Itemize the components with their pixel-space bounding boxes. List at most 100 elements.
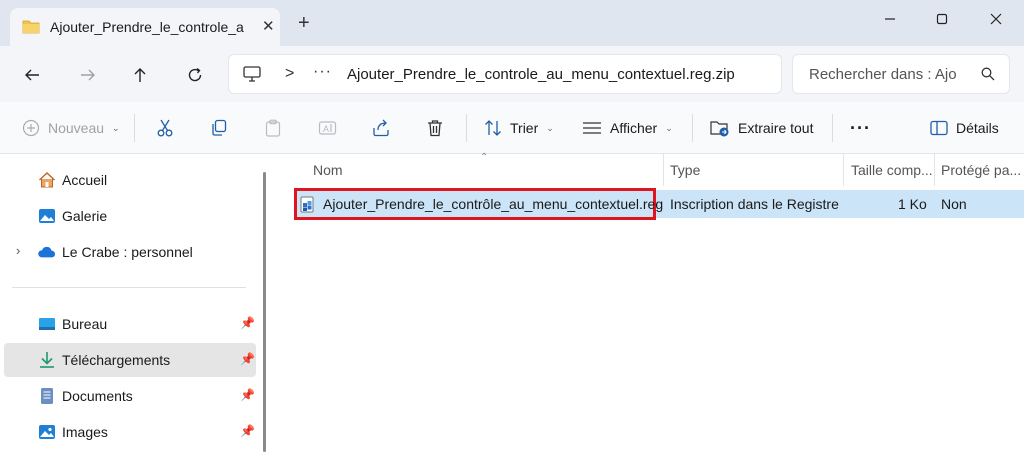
- address-bar[interactable]: > ··· Ajouter_Prendre_le_controle_au_men…: [228, 54, 782, 94]
- file-size: 1 Ko: [898, 196, 927, 212]
- rename-button[interactable]: A: [318, 116, 338, 140]
- cut-button[interactable]: [156, 116, 174, 140]
- toolbar-divider: [134, 114, 135, 142]
- sidebar-item-documents[interactable]: Documents 📌: [4, 379, 256, 413]
- toolbar-divider: [832, 114, 833, 142]
- sidebar-item-label: Documents: [62, 388, 133, 404]
- pin-icon[interactable]: 📌: [240, 424, 255, 438]
- copy-icon: [212, 119, 227, 136]
- sort-label: Trier: [510, 120, 539, 136]
- navigation-pane: Accueil Galerie › Le Crabe : personnel B…: [0, 154, 270, 456]
- gallery-icon: [39, 209, 55, 223]
- sidebar-divider: [12, 287, 246, 288]
- tab-close-icon[interactable]: ✕: [262, 17, 275, 35]
- sidebar-item-images[interactable]: Images 📌: [4, 415, 256, 449]
- search-box[interactable]: Rechercher dans : Ajo: [792, 54, 1010, 94]
- onedrive-cloud-icon: [38, 246, 56, 258]
- details-label: Détails: [956, 120, 999, 136]
- registry-file-icon: [300, 196, 314, 213]
- column-header-name[interactable]: Nom: [313, 154, 653, 186]
- column-header-label: Nom: [313, 162, 343, 178]
- column-header-label: Protégé pa...: [941, 162, 1022, 178]
- details-button[interactable]: Détails: [930, 116, 999, 140]
- toolbar-divider: [466, 114, 467, 142]
- share-icon: [373, 119, 389, 137]
- documents-icon: [41, 388, 53, 404]
- downloads-icon: [40, 352, 54, 368]
- sidebar-item-label: Bureau: [62, 316, 108, 332]
- sidebar-item-desktop[interactable]: Bureau 📌: [4, 307, 256, 341]
- more-icon: ···: [850, 117, 871, 138]
- delete-button[interactable]: [426, 116, 444, 140]
- view-list-icon: [583, 122, 601, 134]
- share-button[interactable]: [372, 116, 390, 140]
- search-icon: [981, 67, 995, 81]
- breadcrumb-overflow-button[interactable]: ···: [313, 63, 332, 81]
- tab-title: Ajouter_Prendre_le_controle_a: [50, 19, 244, 35]
- breadcrumb-chevron-icon[interactable]: >: [285, 65, 294, 83]
- column-header-protected[interactable]: Protégé pa...: [941, 154, 1023, 186]
- title-bar: Ajouter_Prendre_le_controle_a ✕ +: [0, 0, 1024, 46]
- column-divider[interactable]: [843, 154, 844, 186]
- paste-button[interactable]: [264, 116, 282, 140]
- up-arrow-icon[interactable]: [129, 64, 151, 86]
- new-button[interactable]: Nouveau ⌄: [22, 116, 120, 140]
- pin-icon[interactable]: 📌: [240, 388, 255, 402]
- column-header-label: Taille comp...: [851, 162, 933, 178]
- images-icon: [39, 425, 55, 439]
- command-bar: Nouveau ⌄ A Trier ⌄ Afficher ⌄ Extraire …: [0, 102, 1024, 154]
- sidebar-item-onedrive[interactable]: › Le Crabe : personnel: [4, 235, 256, 269]
- tab-active[interactable]: Ajouter_Prendre_le_controle_a ✕: [10, 8, 280, 46]
- extract-folder-icon: [710, 121, 729, 137]
- chevron-down-icon: ⌄: [546, 122, 554, 133]
- pin-icon[interactable]: 📌: [240, 352, 255, 366]
- svg-text:A: A: [323, 124, 329, 134]
- sort-icon: [485, 120, 501, 136]
- details-pane-icon: [930, 120, 948, 136]
- maximize-icon[interactable]: [930, 10, 954, 28]
- copy-button[interactable]: [210, 116, 228, 140]
- plus-circle-icon: [22, 119, 40, 137]
- sidebar-item-home[interactable]: Accueil: [4, 163, 256, 197]
- address-row: > ··· Ajouter_Prendre_le_controle_au_men…: [0, 46, 1024, 102]
- column-divider[interactable]: [663, 154, 664, 186]
- column-divider[interactable]: [934, 154, 935, 186]
- extract-all-button[interactable]: Extraire tout: [710, 116, 813, 140]
- this-pc-icon: [243, 66, 261, 82]
- extract-all-label: Extraire tout: [738, 120, 814, 136]
- more-options-button[interactable]: ···: [850, 116, 871, 140]
- file-list-view: ⌃ Nom Type Taille comp... Protégé pa... …: [276, 152, 1024, 456]
- trash-icon: [428, 120, 442, 137]
- desktop-icon: [39, 318, 55, 330]
- column-header-size[interactable]: Taille comp...: [851, 154, 935, 186]
- rename-icon: A: [318, 121, 337, 135]
- new-tab-button[interactable]: +: [298, 13, 310, 33]
- breadcrumb-current[interactable]: Ajouter_Prendre_le_controle_au_menu_cont…: [347, 66, 735, 83]
- file-type: Inscription dans le Registre: [670, 196, 839, 212]
- file-protected: Non: [941, 196, 967, 212]
- back-arrow-icon[interactable]: [21, 64, 43, 86]
- forward-arrow-icon[interactable]: [77, 64, 99, 86]
- chevron-down-icon: ⌄: [665, 122, 673, 133]
- view-button[interactable]: Afficher ⌄: [582, 116, 673, 140]
- close-icon[interactable]: [984, 10, 1008, 28]
- view-label: Afficher: [610, 120, 658, 136]
- sidebar-item-gallery[interactable]: Galerie: [4, 199, 256, 233]
- chevron-right-icon[interactable]: ›: [16, 243, 20, 258]
- refresh-icon[interactable]: [184, 64, 206, 86]
- table-row[interactable]: Ajouter_Prendre_le_contrôle_au_menu_cont…: [294, 188, 1024, 220]
- column-header-type[interactable]: Type: [670, 154, 840, 186]
- sidebar-item-label: Téléchargements: [62, 352, 171, 368]
- minimize-icon[interactable]: [878, 10, 902, 28]
- pin-icon[interactable]: 📌: [240, 316, 255, 330]
- search-input[interactable]: Rechercher dans : Ajo: [809, 66, 969, 83]
- sort-button[interactable]: Trier ⌄: [484, 116, 554, 140]
- file-name[interactable]: Ajouter_Prendre_le_contrôle_au_menu_cont…: [323, 196, 663, 212]
- sidebar-item-downloads[interactable]: Téléchargements 📌: [4, 343, 256, 377]
- sidebar-item-label: Images: [62, 424, 108, 440]
- sidebar-item-label: Accueil: [62, 172, 108, 188]
- sidebar-scrollbar[interactable]: [263, 172, 266, 452]
- chevron-down-icon: ⌄: [112, 122, 120, 133]
- folder-icon: [22, 20, 40, 34]
- clipboard-icon: [265, 119, 281, 137]
